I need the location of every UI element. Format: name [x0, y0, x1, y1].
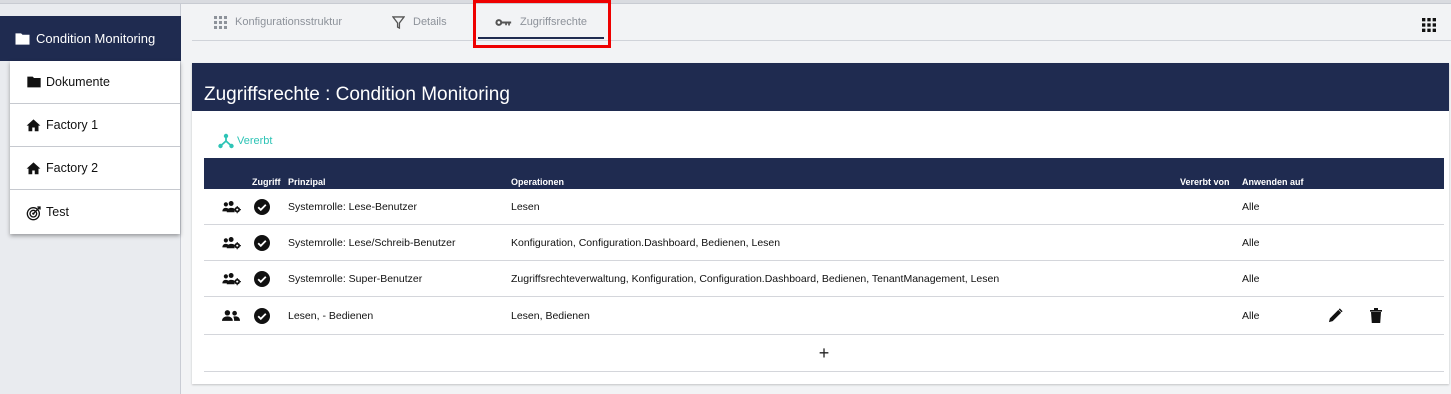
header-apply-to: Anwenden auf — [1242, 177, 1304, 187]
apply-to-cell: Alle — [1242, 236, 1260, 249]
tab-konfigurationsstruktur[interactable]: Konfigurationsstruktur — [214, 4, 342, 40]
pencil-icon — [1328, 308, 1343, 323]
header-inherited-from: Vererbt von — [1180, 177, 1230, 187]
edit-button[interactable] — [1328, 297, 1343, 334]
nav-item-condition-monitoring[interactable]: Condition Monitoring — [0, 16, 181, 61]
principal-cell: Systemrolle: Lese/Schreib-Benutzer — [288, 236, 456, 249]
operations-cell: Lesen — [511, 200, 540, 213]
apply-to-cell: Alle — [1242, 309, 1260, 322]
filter-icon — [392, 15, 405, 29]
table-row[interactable]: Systemrolle: Super-Benutzer Zugriffsrech… — [204, 261, 1444, 297]
principal-cell: Lesen, - Bedienen — [288, 309, 374, 322]
nav-item-label: Factory 2 — [46, 161, 99, 175]
apps-grid-icon[interactable] — [1422, 18, 1436, 32]
check-circle-icon — [254, 198, 270, 215]
tab-label: Details — [413, 16, 447, 28]
apply-to-cell: Alle — [1242, 200, 1260, 213]
nav-item-label: Factory 1 — [46, 118, 99, 132]
inherit-icon — [218, 133, 234, 149]
access-rights-card: Zugriffsrechte : Condition Monitoring Ve… — [192, 63, 1449, 384]
check-circle-icon — [254, 270, 270, 287]
nav-item-label: Test — [46, 205, 69, 219]
nav-item-label: Dokumente — [46, 75, 110, 89]
group-gear-icon — [222, 272, 241, 285]
access-rights-table: Zugriff Prinzipal Operationen Vererbt vo… — [204, 158, 1444, 372]
table-row[interactable]: Lesen, - Bedienen Lesen, Bedienen Alle — [204, 297, 1444, 335]
nav-item-dokumente[interactable]: Dokumente — [10, 61, 180, 104]
navigation-panel: Condition Monitoring Dokumente Factory 1… — [0, 4, 181, 394]
principal-cell: Systemrolle: Super-Benutzer — [288, 272, 423, 285]
group-gear-icon — [222, 236, 241, 249]
table-row[interactable]: Systemrolle: Lese/Schreib-Benutzer Konfi… — [204, 225, 1444, 261]
tab-zugriffsrechte[interactable]: Zugriffsrechte — [478, 4, 604, 40]
nav-item-factory-2[interactable]: Factory 2 — [10, 147, 180, 190]
header-principal: Prinzipal — [288, 177, 326, 187]
folder-icon — [15, 32, 30, 45]
grid-icon — [214, 15, 227, 29]
group-icon — [222, 310, 240, 321]
principal-cell: Systemrolle: Lese-Benutzer — [288, 200, 417, 213]
card-title: Zugriffsrechte : Condition Monitoring — [192, 63, 1449, 111]
target-icon — [26, 206, 41, 221]
group-gear-icon — [222, 200, 241, 213]
key-icon — [495, 18, 512, 26]
tab-details[interactable]: Details — [392, 4, 447, 40]
inherited-button[interactable]: Vererbt — [218, 133, 272, 149]
operations-cell: Zugriffsrechteverwaltung, Konfiguration,… — [511, 272, 1000, 285]
header-operations: Operationen — [511, 177, 565, 187]
check-circle-icon — [254, 307, 270, 324]
delete-button[interactable] — [1370, 297, 1382, 334]
home-icon — [26, 119, 41, 132]
nav-item-test[interactable]: Test — [10, 190, 180, 234]
operations-cell: Konfiguration, Configuration.Dashboard, … — [511, 236, 781, 249]
table-header: Zugriff Prinzipal Operationen Vererbt vo… — [204, 158, 1444, 189]
tab-bar: Konfigurationsstruktur Details Zugriffsr… — [192, 4, 1451, 41]
table-row[interactable]: Systemrolle: Lese-Benutzer Lesen Alle — [204, 189, 1444, 225]
tab-label: Zugriffsrechte — [519, 16, 588, 28]
trash-icon — [1370, 308, 1382, 323]
apply-to-cell: Alle — [1242, 272, 1260, 285]
nav-list: Dokumente Factory 1 Factory 2 Test — [10, 61, 180, 234]
add-entry-button[interactable]: + — [204, 335, 1444, 372]
header-access: Zugriff — [252, 177, 281, 187]
tab-label: Konfigurationsstruktur — [235, 16, 342, 28]
home-icon — [26, 162, 41, 175]
nav-item-factory-1[interactable]: Factory 1 — [10, 104, 180, 147]
inherited-label: Vererbt — [237, 135, 273, 147]
check-circle-icon — [254, 234, 270, 251]
operations-cell: Lesen, Bedienen — [511, 309, 590, 322]
folder-icon — [27, 76, 41, 88]
nav-root-label: Condition Monitoring — [36, 31, 156, 46]
